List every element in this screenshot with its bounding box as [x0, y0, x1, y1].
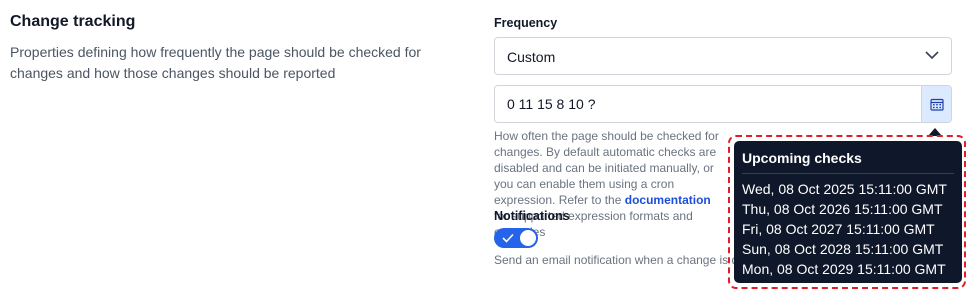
notifications-toggle[interactable] [494, 228, 538, 248]
section-description: Properties defining how frequently the p… [10, 44, 421, 81]
frequency-select[interactable]: Custom [494, 37, 952, 75]
check-icon [502, 233, 514, 243]
cron-field [494, 85, 952, 123]
frequency-select-value: Custom [507, 49, 556, 65]
frequency-help: How often the page should be checked for… [494, 128, 724, 240]
frequency-label: Frequency [494, 16, 558, 30]
cron-expression-input[interactable] [495, 86, 922, 122]
tooltip-highlight-outline [728, 135, 966, 289]
documentation-link[interactable]: documentation [625, 193, 711, 207]
chevron-down-icon [925, 51, 939, 60]
toggle-knob [520, 230, 536, 246]
upcoming-checks-button[interactable] [921, 86, 951, 122]
notifications-label: Notifications [494, 209, 570, 223]
section-title: Change tracking [10, 13, 136, 30]
calendar-icon [930, 98, 944, 111]
